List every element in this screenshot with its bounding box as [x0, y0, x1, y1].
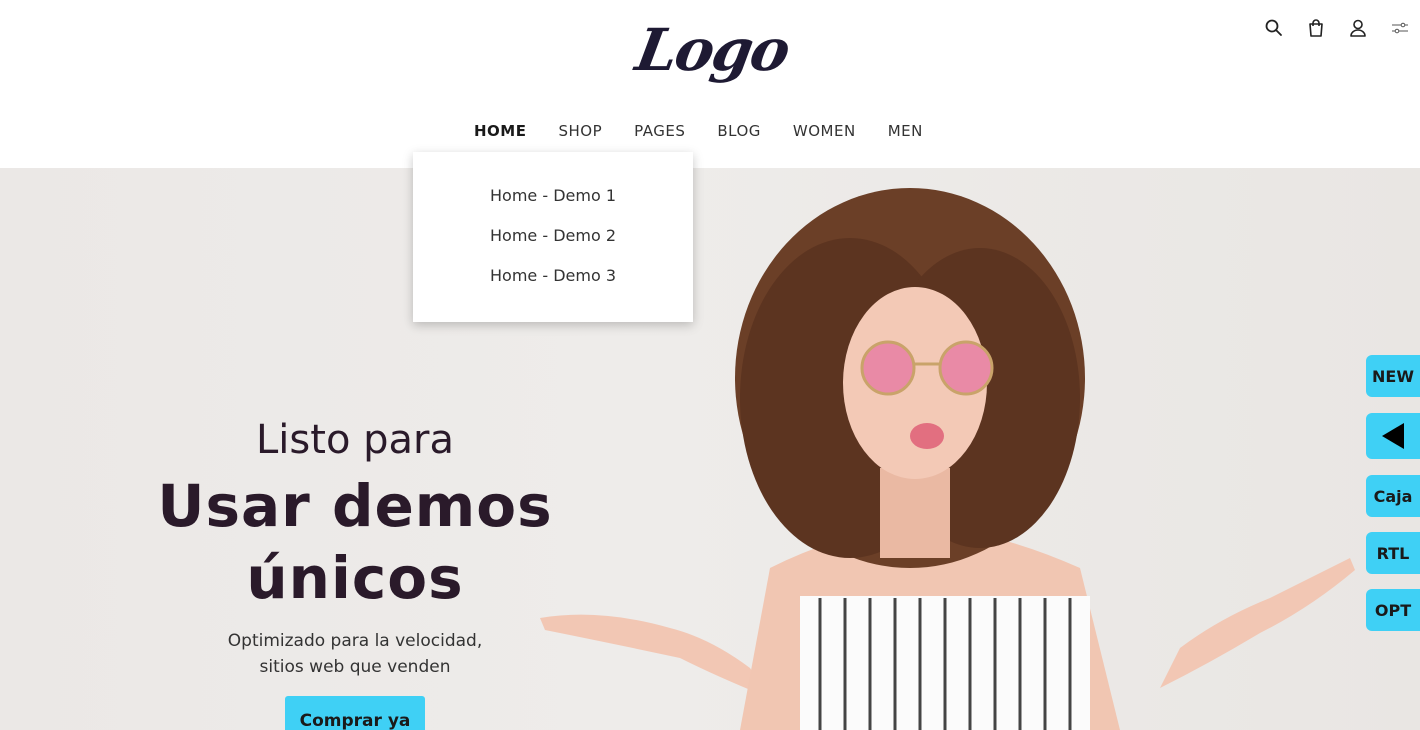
- bag-icon[interactable]: [1306, 18, 1326, 38]
- nav-item-women[interactable]: WOMEN: [793, 116, 856, 146]
- user-icon[interactable]: [1348, 18, 1368, 38]
- hero-banner: Listo para Usar demos únicos Optimizado …: [0, 168, 1420, 730]
- hero-line-3: únicos: [246, 544, 464, 612]
- nav-item-blog[interactable]: BLOG: [717, 116, 761, 146]
- home-dropdown-menu: Home - Demo 1 Home - Demo 2 Home - Demo …: [413, 152, 693, 322]
- header-icons: [1264, 18, 1410, 38]
- nav-item-shop[interactable]: SHOP: [558, 116, 602, 146]
- dropdown-item-demo-1[interactable]: Home - Demo 1: [413, 184, 693, 224]
- site-header: Logo HOME SHOP PAGES BLOG WOMEN MEN: [0, 0, 1420, 168]
- hero-line-1: Listo para: [256, 417, 454, 463]
- nav-item-pages[interactable]: PAGES: [634, 116, 685, 146]
- dropdown-item-demo-2[interactable]: Home - Demo 2: [413, 224, 693, 264]
- dropdown-item-demo-3[interactable]: Home - Demo 3: [413, 264, 693, 304]
- hero-line-2: Usar demos: [157, 472, 553, 540]
- logo[interactable]: Logo: [631, 0, 794, 100]
- side-rtl-button[interactable]: RTL: [1366, 532, 1420, 574]
- triangle-left-icon: [1382, 423, 1404, 449]
- main-nav: HOME SHOP PAGES BLOG WOMEN MEN: [474, 116, 923, 146]
- side-toggle-button[interactable]: [1366, 413, 1420, 459]
- side-new-button[interactable]: NEW: [1366, 355, 1420, 397]
- logo-text: Logo: [631, 16, 794, 84]
- settings-icon[interactable]: [1390, 18, 1410, 38]
- shop-now-button[interactable]: Comprar ya: [285, 696, 425, 730]
- search-icon[interactable]: [1264, 18, 1284, 38]
- nav-item-home[interactable]: HOME: [474, 116, 526, 146]
- hero-subtitle-2: sitios web que venden: [259, 657, 451, 677]
- hero-text-block: Listo para Usar demos únicos Optimizado …: [150, 416, 560, 730]
- side-box-button[interactable]: Caja: [1366, 475, 1420, 517]
- nav-item-men[interactable]: MEN: [888, 116, 923, 146]
- hero-subtitle-1: Optimizado para la velocidad,: [227, 631, 483, 651]
- side-opt-button[interactable]: OPT: [1366, 589, 1420, 631]
